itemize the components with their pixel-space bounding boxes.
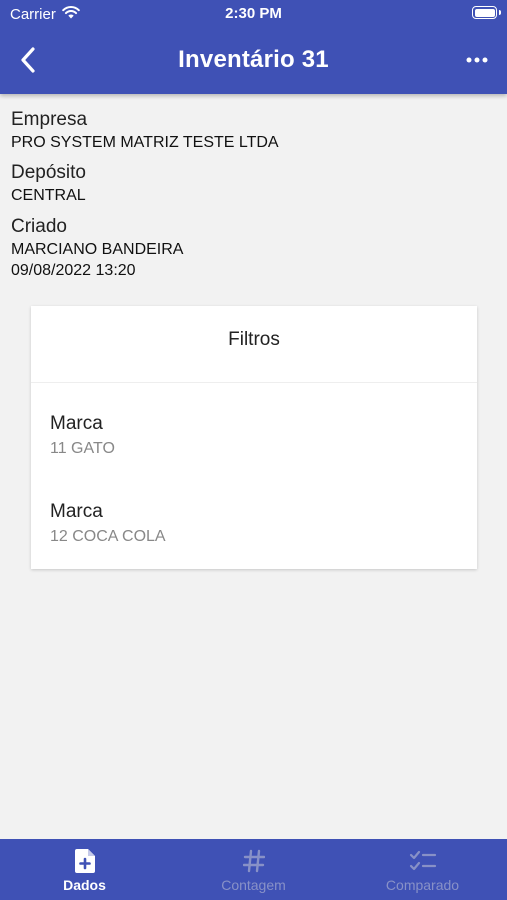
page-title: Inventário 31 [178, 46, 329, 73]
app-header: Carrier 2:30 PM Inventário 31 [0, 0, 507, 94]
tab-contagem[interactable]: Contagem [169, 839, 338, 900]
tab-label: Contagem [221, 877, 286, 893]
filter-item: Marca 12 COCA COLA [50, 500, 166, 548]
more-options-button[interactable] [455, 40, 499, 80]
tab-label: Dados [63, 877, 106, 893]
filter-item: Marca 11 GATO [50, 412, 115, 460]
deposito-label: Depósito [11, 162, 86, 183]
deposito-section: Depósito CENTRAL [11, 161, 86, 206]
tab-dados[interactable]: Dados [0, 839, 169, 900]
status-time: 2:30 PM [225, 5, 282, 22]
filters-title: Filtros [31, 306, 477, 383]
hash-icon [242, 848, 265, 874]
battery-icon [472, 6, 501, 19]
empresa-value: PRO SYSTEM MATRIZ TESTE LTDA [11, 134, 279, 151]
filters-card: Filtros Marca 11 GATO Marca 12 COCA COLA [31, 306, 477, 569]
criado-user: MARCIANO BANDEIRA [11, 241, 184, 258]
empresa-section: Empresa PRO SYSTEM MATRIZ TESTE LTDA [11, 108, 279, 153]
status-bar: Carrier 2:30 PM [0, 0, 507, 28]
filter-value: 11 GATO [50, 440, 115, 457]
criado-label: Criado [11, 216, 67, 237]
document-plus-icon [74, 848, 96, 874]
more-horizontal-icon [466, 57, 488, 63]
deposito-value: CENTRAL [11, 187, 86, 204]
nav-bar: Inventário 31 [0, 36, 507, 84]
criado-section: Criado MARCIANO BANDEIRA 09/08/2022 13:2… [11, 215, 183, 281]
filter-value: 12 COCA COLA [50, 528, 166, 545]
empresa-label: Empresa [11, 109, 88, 130]
tab-label: Comparado [385, 877, 460, 893]
criado-date: 09/08/2022 13:20 [11, 262, 136, 279]
bottom-tab-bar: Dados Contagem Comparado [0, 839, 507, 900]
checklist-icon [409, 848, 437, 874]
filter-label: Marca [50, 413, 103, 434]
tab-comparado[interactable]: Comparado [338, 839, 507, 900]
filter-label: Marca [50, 501, 103, 522]
main-content: Empresa PRO SYSTEM MATRIZ TESTE LTDA Dep… [0, 94, 507, 839]
